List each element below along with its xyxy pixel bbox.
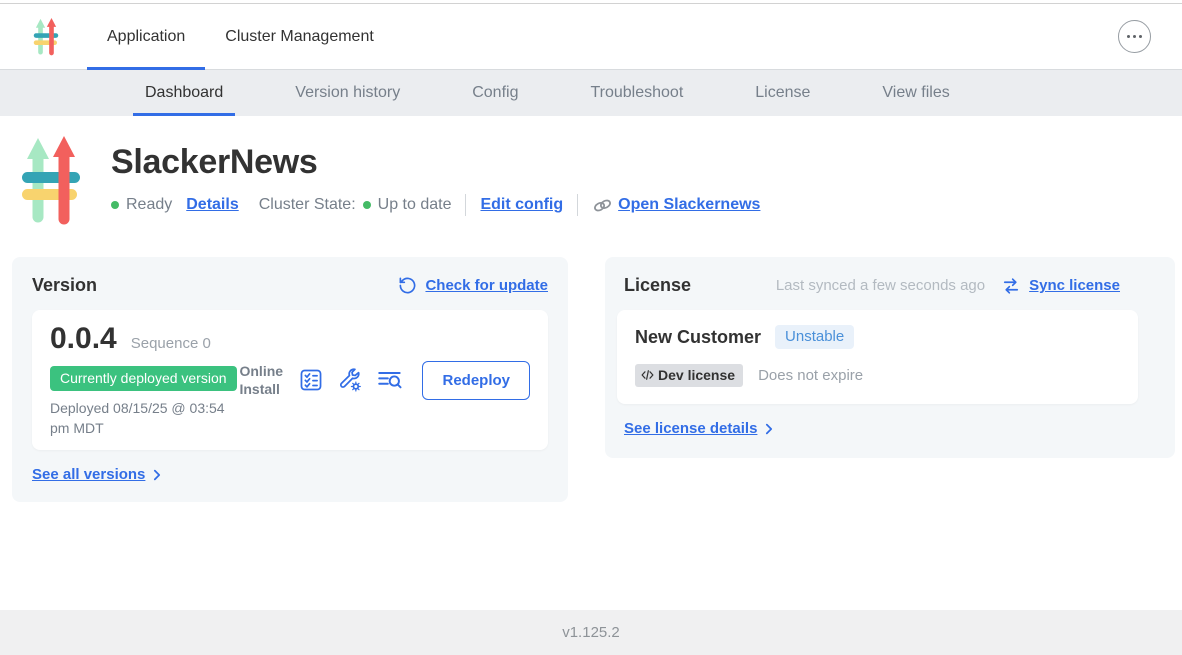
- tab-application[interactable]: Application: [87, 4, 205, 69]
- tab-cluster-management[interactable]: Cluster Management: [205, 4, 394, 69]
- tab-version-history[interactable]: Version history: [283, 70, 412, 116]
- tab-view-files[interactable]: View files: [870, 70, 961, 116]
- last-synced-label: Last synced a few seconds ago: [776, 277, 985, 294]
- app-status-dot: [111, 201, 119, 209]
- view-logs-button[interactable]: [376, 367, 404, 393]
- divider: [577, 194, 578, 216]
- link-icon: [592, 195, 613, 216]
- deployed-status-badge: Currently deployed version: [50, 366, 237, 391]
- license-card: License Last synced a few seconds ago Sy…: [605, 257, 1175, 458]
- check-for-update-label: Check for update: [425, 277, 548, 294]
- dashboard-cards: Version Check for update 0.0.4 Sequence …: [12, 257, 1175, 502]
- tab-config[interactable]: Config: [460, 70, 530, 116]
- version-card-title: Version: [32, 275, 97, 296]
- version-number: 0.0.4: [50, 322, 117, 356]
- top-navbar: Application Cluster Management: [0, 4, 1182, 70]
- console-version-label: v1.125.2: [562, 624, 620, 641]
- preflight-checks-button[interactable]: [298, 367, 324, 393]
- customer-name: New Customer: [635, 327, 761, 348]
- channel-badge: Unstable: [775, 325, 854, 349]
- sync-license-label: Sync license: [1029, 277, 1120, 294]
- slackernews-app-logo: [22, 135, 80, 227]
- tab-troubleshoot[interactable]: Troubleshoot: [578, 70, 695, 116]
- wrench-gear-icon: [337, 367, 363, 393]
- license-card-title: License: [624, 275, 691, 296]
- chevron-right-icon: [762, 422, 776, 436]
- version-card: Version Check for update 0.0.4 Sequence …: [12, 257, 568, 502]
- version-sequence: Sequence 0: [131, 335, 211, 352]
- sync-arrows-icon: [1001, 276, 1021, 296]
- see-all-versions-link[interactable]: See all versions: [32, 466, 164, 483]
- checklist-icon: [298, 367, 324, 393]
- console-footer: v1.125.2: [0, 610, 1182, 655]
- app-status-row: Ready Details Cluster State: Up to date …: [111, 194, 760, 216]
- current-version-panel: 0.0.4 Sequence 0 Currently deployed vers…: [32, 310, 548, 450]
- logs-search-icon: [376, 367, 404, 393]
- install-type-label: Online Install: [239, 362, 285, 398]
- divider: [465, 194, 466, 216]
- app-status-label: Ready: [126, 196, 172, 214]
- deployed-timestamp: Deployed 08/15/25 @ 03:54 pm MDT: [50, 399, 239, 438]
- top-nav-tabs: Application Cluster Management: [87, 4, 394, 69]
- app-header: SlackerNews Ready Details Cluster State:…: [0, 116, 1182, 227]
- license-expiration: Does not expire: [758, 367, 863, 384]
- edit-config-button[interactable]: [337, 367, 363, 393]
- refresh-icon: [398, 276, 417, 295]
- sync-license-button[interactable]: Sync license: [1001, 276, 1120, 296]
- license-type-badge: Dev license: [635, 364, 743, 387]
- chevron-right-icon: [150, 468, 164, 482]
- tab-license[interactable]: License: [743, 70, 822, 116]
- tab-application-label: Application: [107, 28, 185, 46]
- details-link[interactable]: Details: [186, 196, 238, 214]
- license-summary-panel: New Customer Unstable Dev license Does n…: [617, 310, 1138, 404]
- open-app-label: Open Slackernews: [618, 196, 760, 214]
- code-icon: [641, 369, 654, 381]
- ellipsis-icon: [1127, 35, 1130, 38]
- open-app-link[interactable]: Open Slackernews: [592, 195, 760, 216]
- tab-cluster-management-label: Cluster Management: [225, 28, 374, 46]
- see-license-details-link[interactable]: See license details: [624, 420, 776, 437]
- cluster-state-label: Cluster State:: [259, 196, 356, 214]
- edit-config-link[interactable]: Edit config: [480, 196, 563, 214]
- check-for-update-button[interactable]: Check for update: [398, 276, 548, 295]
- cluster-state-value: Up to date: [378, 196, 452, 214]
- app-subnav: Dashboard Version history Config Trouble…: [0, 70, 1182, 116]
- slackernews-logo-icon: [33, 18, 59, 56]
- tab-dashboard[interactable]: Dashboard: [133, 70, 235, 116]
- overflow-menu-button[interactable]: [1118, 20, 1151, 53]
- cluster-state-dot: [363, 201, 371, 209]
- redeploy-button[interactable]: Redeploy: [422, 361, 530, 400]
- page-title: SlackerNews: [111, 143, 760, 182]
